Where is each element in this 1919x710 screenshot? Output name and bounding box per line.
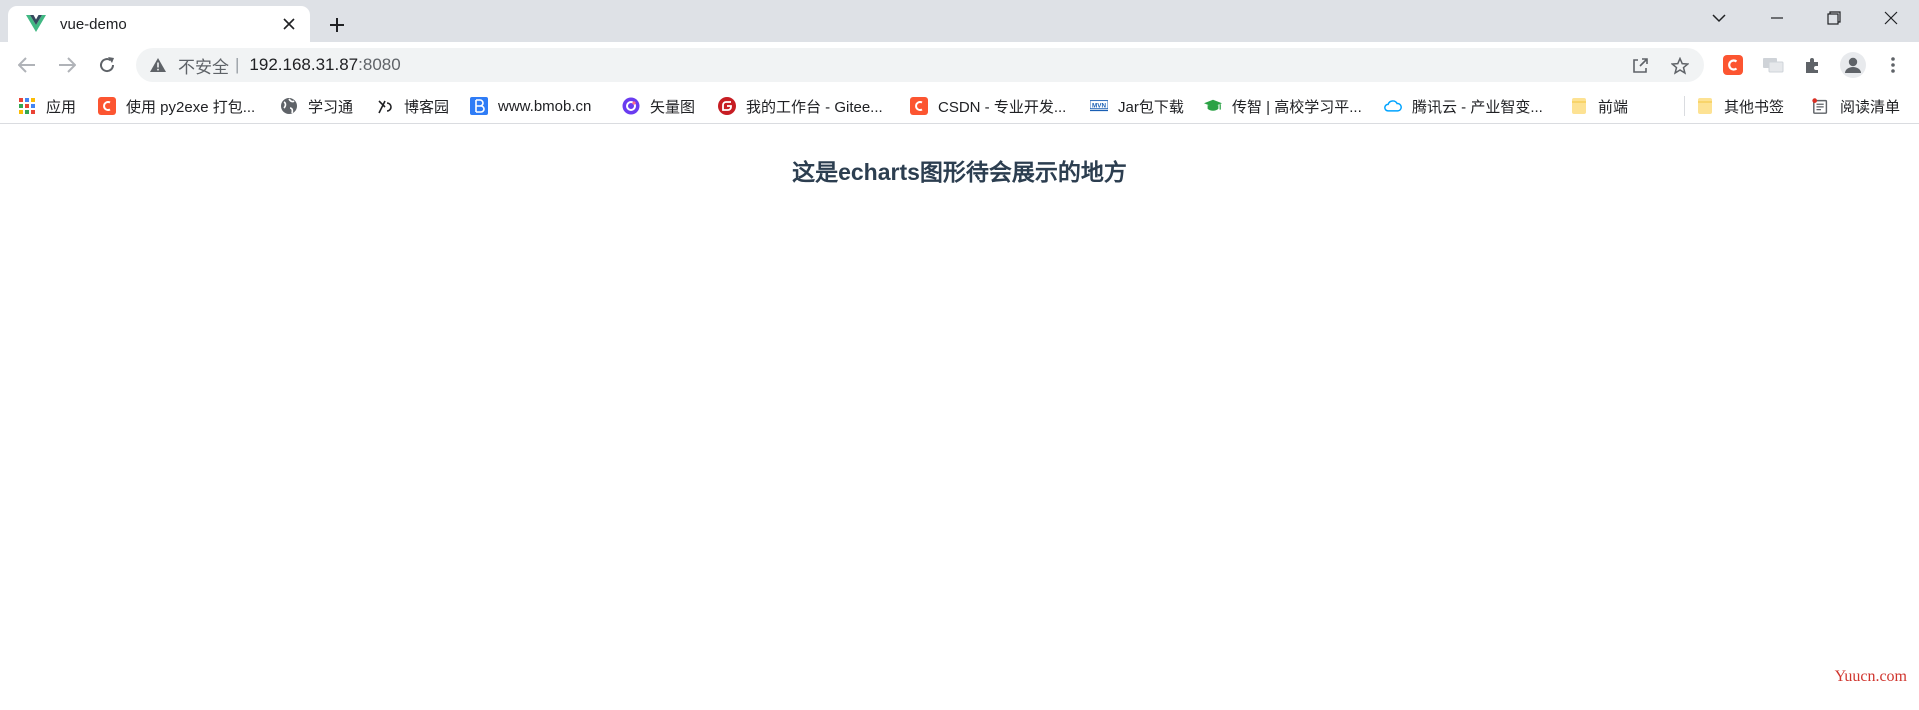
tab-close-icon[interactable] xyxy=(280,15,298,33)
menu-kebab-icon[interactable] xyxy=(1878,50,1908,80)
bookmark-label: 前端 xyxy=(1598,98,1629,116)
bookmark-label: 矢量图 xyxy=(650,98,696,116)
bookmark-label: 学习通 xyxy=(308,98,354,116)
bmob-icon xyxy=(470,97,488,115)
bookmark-label: 应用 xyxy=(46,98,77,116)
reading-list-button[interactable]: 阅读清单 xyxy=(1812,94,1900,118)
vue-logo-icon xyxy=(26,15,46,33)
translate-extension-icon[interactable] xyxy=(1758,50,1788,80)
bookmark-star-icon[interactable] xyxy=(1670,56,1690,76)
bookmarks-divider xyxy=(1684,96,1685,116)
bookmark-label: 博客园 xyxy=(404,98,450,116)
bookmark-label: 其他书签 xyxy=(1724,98,1785,116)
folder-icon xyxy=(1570,97,1588,115)
graduation-cap-icon xyxy=(1204,97,1222,115)
bookmark-label: CSDN - 专业开发... xyxy=(938,98,1067,116)
globe-icon xyxy=(280,97,298,115)
reload-icon[interactable] xyxy=(92,50,122,80)
bookmarks-bar: 应用 使用 py2exe 打包... 学习通 博客园 www.bmob.cn 矢… xyxy=(0,88,1919,124)
tencent-cloud-icon xyxy=(1384,97,1402,115)
bookmark-gitee[interactable]: 我的工作台 - Gitee... xyxy=(718,94,883,118)
new-tab-button[interactable] xyxy=(322,10,352,40)
bookmark-other-folder[interactable]: 其他书签 xyxy=(1696,94,1784,118)
bookmark-label: 我的工作台 - Gitee... xyxy=(746,98,883,116)
bookmark-label: 传智 | 高校学习平... xyxy=(1232,98,1362,116)
bookmark-csdn[interactable]: CSDN - 专业开发... xyxy=(910,94,1066,118)
insecure-label[interactable]: 不安全 xyxy=(178,53,229,78)
url-host: 192.168.31.87 xyxy=(249,55,359,74)
bookmark-label: 使用 py2exe 打包... xyxy=(126,98,256,116)
browser-toolbar: 不安全 | 192.168.31.87:8080 xyxy=(0,42,1919,88)
tab-search-chevron-icon[interactable] xyxy=(1691,0,1747,36)
close-window-icon[interactable] xyxy=(1863,0,1919,36)
cnblogs-icon xyxy=(376,97,394,115)
forward-arrow-icon[interactable] xyxy=(52,50,82,80)
bookmark-label: 阅读清单 xyxy=(1840,98,1901,116)
bookmark-bmob[interactable]: www.bmob.cn xyxy=(470,94,591,118)
bookmark-iconfont[interactable]: 矢量图 xyxy=(622,94,695,118)
folder-icon xyxy=(1696,97,1714,115)
url-separator: | xyxy=(235,55,240,74)
bookmark-cnblogs[interactable]: 博客园 xyxy=(376,94,449,118)
url-port: :8080 xyxy=(358,55,401,74)
bookmark-tencent-cloud[interactable]: 腾讯云 - 产业智变... xyxy=(1384,94,1543,118)
bookmark-label: 腾讯云 - 产业智变... xyxy=(1412,98,1543,116)
bookmark-chuanzhi[interactable]: 传智 | 高校学习平... xyxy=(1204,94,1362,118)
back-arrow-icon[interactable] xyxy=(12,50,42,80)
csdn-icon xyxy=(910,97,928,115)
svg-text:MVN: MVN xyxy=(1092,102,1106,109)
bookmark-folder-frontend[interactable]: 前端 xyxy=(1570,94,1628,118)
share-icon[interactable] xyxy=(1630,56,1650,76)
tab-title: vue-demo xyxy=(60,15,127,33)
reading-list-icon xyxy=(1812,97,1830,115)
mvn-icon: MVN xyxy=(1090,97,1108,115)
apps-grid-icon xyxy=(18,97,36,115)
extensions-puzzle-icon[interactable] xyxy=(1798,50,1828,80)
iconfont-icon xyxy=(622,97,640,115)
gitee-icon xyxy=(718,97,736,115)
bookmark-mvn[interactable]: MVN Jar包下载 xyxy=(1090,94,1184,118)
page-viewport: 这是echarts图形待会展示的地方 Yuucn.com xyxy=(0,125,1919,710)
browser-window: vue-demo 不安全 | 192.168.31.87:8080 应用 使用… xyxy=(0,0,1919,710)
csdn-extension-icon[interactable] xyxy=(1718,50,1748,80)
watermark: Yuucn.com xyxy=(1834,668,1907,685)
warning-triangle-icon[interactable] xyxy=(150,57,166,73)
bookmark-label: Jar包下载 xyxy=(1118,98,1184,116)
profile-avatar-icon[interactable] xyxy=(1838,50,1868,80)
page-heading: 这是echarts图形待会展示的地方 xyxy=(792,159,1127,185)
bookmark-xuexitong[interactable]: 学习通 xyxy=(280,94,353,118)
bookmark-label: www.bmob.cn xyxy=(498,97,592,115)
bookmark-apps[interactable]: 应用 xyxy=(18,94,76,118)
tab-vue-demo[interactable]: vue-demo xyxy=(8,6,310,42)
restore-icon[interactable] xyxy=(1806,0,1862,36)
minimize-icon[interactable] xyxy=(1749,0,1805,36)
address-bar[interactable]: 不安全 | 192.168.31.87:8080 xyxy=(136,48,1704,82)
tab-strip: vue-demo xyxy=(0,0,1919,42)
bookmark-py2exe[interactable]: 使用 py2exe 打包... xyxy=(98,94,255,118)
csdn-icon xyxy=(98,97,116,115)
